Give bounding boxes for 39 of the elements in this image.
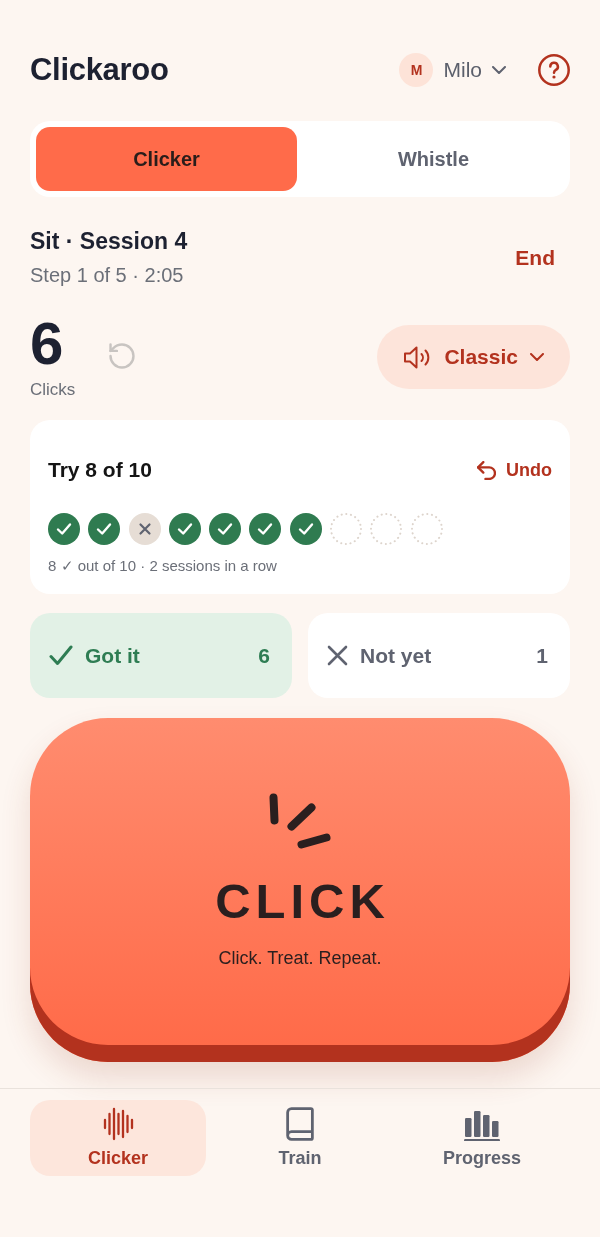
waveform-icon — [102, 1107, 134, 1141]
nav-tab[interactable]: Clicker — [30, 1100, 206, 1176]
check-circle-icon — [88, 513, 121, 545]
click-count: 6 — [30, 314, 64, 374]
got-it-button[interactable]: Got it 6 — [30, 613, 292, 698]
check-circle-icon — [168, 513, 201, 545]
nav-tab[interactable]: Train — [212, 1100, 388, 1176]
check-circle-icon — [249, 513, 282, 545]
check-circle-icon — [289, 513, 322, 545]
dotted-circle-icon — [410, 513, 443, 545]
session-subtitle: Step 1 of 5 · 2:05 — [30, 263, 185, 288]
undo-arrow-icon — [477, 460, 496, 480]
nav-tab[interactable]: Progress — [394, 1100, 570, 1176]
avatar: M — [399, 53, 434, 87]
dotted-circle-icon — [370, 513, 403, 545]
check-circle-icon — [209, 513, 242, 545]
dotted-circle-icon — [330, 513, 363, 545]
check-circle-icon — [48, 513, 80, 545]
end-button[interactable]: End — [515, 244, 555, 271]
chevron-down-icon — [530, 353, 544, 361]
app-title: Clickaroo — [30, 52, 169, 88]
session-title: Sit · Session 4 — [30, 227, 188, 255]
help-icon[interactable] — [538, 54, 570, 86]
book-icon — [286, 1107, 314, 1141]
x-icon — [327, 645, 348, 666]
profile-switcher[interactable]: M Milo — [399, 52, 506, 88]
chevron-down-icon — [492, 66, 506, 74]
not-yet-button[interactable]: Not yet 1 — [308, 613, 570, 698]
mode-tab[interactable]: Clicker — [36, 127, 297, 191]
click-button[interactable]: CLICK Click. Treat. Repeat. — [30, 718, 570, 1062]
count-label: Clicks — [30, 380, 77, 400]
click-burst-icon — [268, 793, 332, 850]
attempt-summary: 8 ✓ out of 10 · 2 sessions in a row — [48, 556, 278, 576]
mode-tab[interactable]: Whistle — [303, 127, 564, 191]
x-circle-icon — [128, 513, 161, 545]
undo-button[interactable]: Undo — [477, 459, 552, 481]
attempt-title: Try 8 of 10 — [48, 457, 152, 483]
check-icon — [49, 645, 73, 666]
sound-selector[interactable]: Classic — [377, 325, 570, 389]
